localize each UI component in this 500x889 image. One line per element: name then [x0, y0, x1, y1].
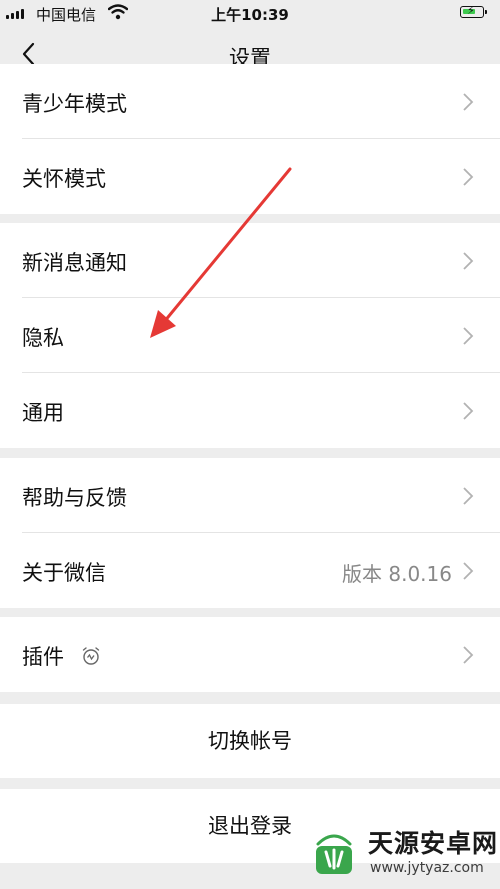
settings-item-about[interactable]: 关于微信 版本 8.0.16: [0, 533, 500, 608]
watermark-title: 天源安卓网: [368, 829, 499, 858]
settings-group-plugins: 插件: [0, 617, 500, 692]
chevron-right-icon: [463, 562, 474, 580]
watermark-logo: [316, 834, 352, 874]
settings-item-label: 帮助与反馈: [22, 486, 127, 510]
battery-icon: ⚡: [460, 4, 487, 18]
chevron-right-icon: [463, 646, 474, 664]
chevron-right-icon: [463, 327, 474, 345]
settings-item-label: 新消息通知: [22, 251, 127, 275]
settings-item-teen-mode[interactable]: 青少年模式: [0, 64, 500, 139]
chevron-right-icon: [463, 402, 474, 420]
plugin-icon: [82, 647, 100, 665]
settings-group-help: 帮助与反馈 关于微信 版本 8.0.16: [0, 458, 500, 608]
settings-item-label: 隐私: [22, 326, 64, 350]
chevron-right-icon: [463, 93, 474, 111]
status-bar: 中国电信 上午10:39 ⚡: [0, 0, 500, 28]
settings-item-plugins[interactable]: 插件: [0, 617, 500, 692]
settings-group-general: 新消息通知 隐私 通用: [0, 223, 500, 448]
settings-item-notifications[interactable]: 新消息通知: [0, 223, 500, 298]
switch-account-group: 切换帐号: [0, 704, 500, 778]
watermark: 天源安卓网 www.jytyaz.com: [300, 818, 500, 889]
settings-item-care-mode[interactable]: 关怀模式: [0, 139, 500, 214]
settings-group-modes: 青少年模式 关怀模式: [0, 64, 500, 214]
switch-account-button[interactable]: 切换帐号: [0, 704, 500, 778]
settings-item-privacy[interactable]: 隐私: [0, 298, 500, 373]
settings-item-label: 青少年模式: [22, 92, 127, 116]
settings-item-general[interactable]: 通用: [0, 373, 500, 448]
chevron-right-icon: [463, 252, 474, 270]
settings-item-help-feedback[interactable]: 帮助与反馈: [0, 458, 500, 533]
status-time: 上午10:39: [211, 6, 289, 24]
chevron-right-icon: [463, 487, 474, 505]
settings-item-label: 关于微信: [22, 561, 106, 585]
chevron-right-icon: [463, 168, 474, 186]
settings-item-label: 关怀模式: [22, 167, 106, 191]
settings-item-label: 插件: [22, 645, 64, 669]
settings-item-label: 通用: [22, 401, 64, 425]
watermark-url: www.jytyaz.com: [370, 860, 484, 876]
version-value: 版本 8.0.16: [342, 562, 452, 586]
